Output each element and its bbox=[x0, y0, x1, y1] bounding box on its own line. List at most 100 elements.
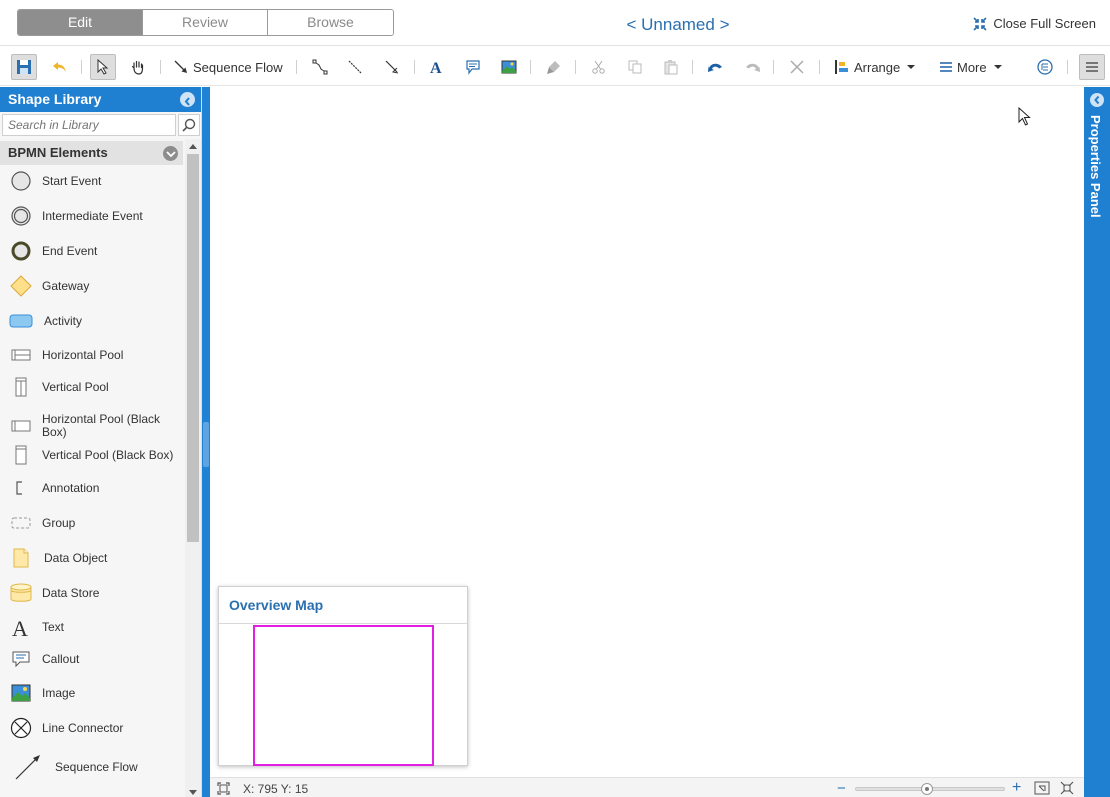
separator bbox=[81, 60, 82, 74]
paste-button[interactable] bbox=[658, 54, 684, 80]
zoom-fit-icon[interactable] bbox=[1034, 781, 1050, 795]
list-item[interactable]: Data Object bbox=[0, 546, 185, 570]
list-item[interactable]: Callout bbox=[0, 648, 185, 670]
line-connector-icon bbox=[10, 717, 32, 739]
shape-label: Vertical Pool bbox=[42, 379, 109, 394]
tab-browse[interactable]: Browse bbox=[268, 10, 393, 35]
diagram-editor: Edit Review Browse < Unnamed > Close Ful… bbox=[0, 0, 1110, 797]
caret-down-icon bbox=[907, 65, 916, 69]
list-item[interactable]: Vertical Pool (Black Box) bbox=[0, 444, 185, 466]
arrange-label: Arrange bbox=[854, 59, 901, 75]
properties-panel[interactable]: Properties Panel bbox=[1084, 87, 1110, 797]
caret-down-icon bbox=[993, 65, 1002, 69]
shape-label: Start Event bbox=[42, 173, 102, 188]
zoom-out-button[interactable]: − bbox=[837, 780, 846, 797]
save-button[interactable] bbox=[11, 54, 37, 80]
more-dropdown[interactable]: More bbox=[939, 54, 1003, 80]
image-tool-button[interactable] bbox=[496, 54, 522, 80]
separator bbox=[575, 60, 576, 74]
list-item[interactable]: Image bbox=[0, 682, 185, 704]
callout-icon bbox=[12, 651, 30, 668]
paste-icon bbox=[664, 60, 678, 75]
list-item[interactable]: Horizontal Pool bbox=[0, 345, 185, 365]
list-item[interactable]: Start Event bbox=[0, 170, 185, 192]
list-item[interactable]: Line Connector bbox=[0, 716, 185, 740]
list-item[interactable]: Group bbox=[0, 513, 185, 533]
end-event-icon bbox=[11, 241, 31, 261]
list-item[interactable]: A Text bbox=[0, 615, 185, 639]
callout-tool-button[interactable] bbox=[460, 54, 486, 80]
shape-label: End Event bbox=[42, 243, 98, 258]
shape-label: Data Object bbox=[44, 550, 108, 565]
sequence-flow-tool-button[interactable]: Sequence Flow bbox=[173, 54, 283, 80]
format-painter-icon bbox=[547, 61, 560, 74]
pan-tool-button[interactable] bbox=[125, 54, 151, 80]
separator bbox=[296, 60, 297, 74]
library-scrollbar[interactable] bbox=[185, 139, 201, 797]
list-item[interactable]: Sequence Flow bbox=[0, 752, 185, 782]
search-button[interactable] bbox=[178, 114, 200, 136]
list-item[interactable]: Vertical Pool bbox=[0, 377, 185, 397]
close-fullscreen-button[interactable]: Close Full Screen bbox=[973, 16, 1096, 31]
outline-button[interactable] bbox=[1032, 54, 1058, 80]
scroll-down-icon[interactable] bbox=[189, 790, 197, 795]
cut-button[interactable] bbox=[586, 54, 612, 80]
line-icon bbox=[348, 60, 362, 74]
delete-button[interactable] bbox=[784, 54, 810, 80]
shape-label: Group bbox=[42, 515, 76, 530]
collapse-left-icon[interactable] bbox=[180, 92, 195, 107]
tab-edit[interactable]: Edit bbox=[18, 10, 143, 35]
mode-tabs: Edit Review Browse bbox=[17, 9, 394, 36]
shape-label: Callout bbox=[42, 651, 80, 666]
zoom-slider[interactable] bbox=[855, 783, 1005, 795]
shape-label: Activity bbox=[44, 313, 83, 328]
panel-splitter[interactable] bbox=[202, 87, 210, 797]
library-search bbox=[2, 114, 200, 141]
connector-button[interactable] bbox=[307, 54, 333, 80]
directed-line-button[interactable] bbox=[379, 54, 405, 80]
list-item[interactable]: End Event bbox=[0, 240, 185, 262]
list-item[interactable]: Gateway bbox=[0, 275, 185, 297]
svg-text:A: A bbox=[430, 60, 442, 75]
list-item[interactable]: Data Store bbox=[0, 581, 185, 605]
format-painter-button[interactable] bbox=[541, 54, 567, 80]
tab-review[interactable]: Review bbox=[143, 10, 268, 35]
select-tool-button[interactable] bbox=[90, 54, 116, 80]
shape-label: Intermediate Event bbox=[42, 208, 143, 223]
callout-icon bbox=[466, 60, 480, 75]
shape-label: Text bbox=[42, 619, 65, 634]
bpmn-elements-section[interactable]: BPMN Elements bbox=[0, 141, 183, 165]
document-title[interactable]: < Unnamed > bbox=[578, 15, 778, 35]
search-input[interactable] bbox=[2, 114, 176, 136]
list-item[interactable]: Activity bbox=[0, 310, 185, 332]
fit-page-icon[interactable] bbox=[217, 782, 230, 795]
separator bbox=[692, 60, 693, 74]
expand-right-icon[interactable] bbox=[1090, 93, 1104, 107]
start-event-icon bbox=[11, 171, 31, 191]
chevron-down-icon bbox=[163, 146, 178, 161]
zoom-in-button[interactable]: + bbox=[1012, 779, 1021, 797]
list-item[interactable]: Annotation bbox=[0, 478, 185, 498]
splitter-grip[interactable] bbox=[203, 422, 209, 467]
intermediate-event-icon bbox=[11, 206, 31, 226]
copy-button[interactable] bbox=[622, 54, 648, 80]
undo-button[interactable] bbox=[703, 54, 729, 80]
zoom-actual-icon[interactable] bbox=[1060, 781, 1074, 795]
line-button[interactable] bbox=[342, 54, 368, 80]
section-title: BPMN Elements bbox=[8, 145, 108, 160]
horizontal-pool-icon bbox=[11, 349, 31, 361]
zoom-slider-knob[interactable] bbox=[921, 783, 933, 795]
redo-button[interactable] bbox=[739, 54, 765, 80]
coordinates-readout: X: 795 Y: 15 bbox=[243, 782, 309, 796]
text-tool-button[interactable]: A bbox=[423, 54, 449, 80]
list-item[interactable]: Intermediate Event bbox=[0, 205, 185, 227]
arrange-dropdown[interactable]: Arrange bbox=[834, 54, 916, 80]
scroll-up-icon[interactable] bbox=[189, 144, 197, 149]
pan-hand-icon bbox=[131, 60, 144, 75]
back-button[interactable] bbox=[47, 54, 73, 80]
image-icon bbox=[501, 60, 517, 74]
menu-button[interactable] bbox=[1079, 54, 1105, 80]
scrollbar-thumb[interactable] bbox=[187, 154, 199, 542]
list-item[interactable]: Horizontal Pool (Black Box) bbox=[0, 410, 185, 442]
overview-viewport[interactable] bbox=[253, 625, 434, 766]
